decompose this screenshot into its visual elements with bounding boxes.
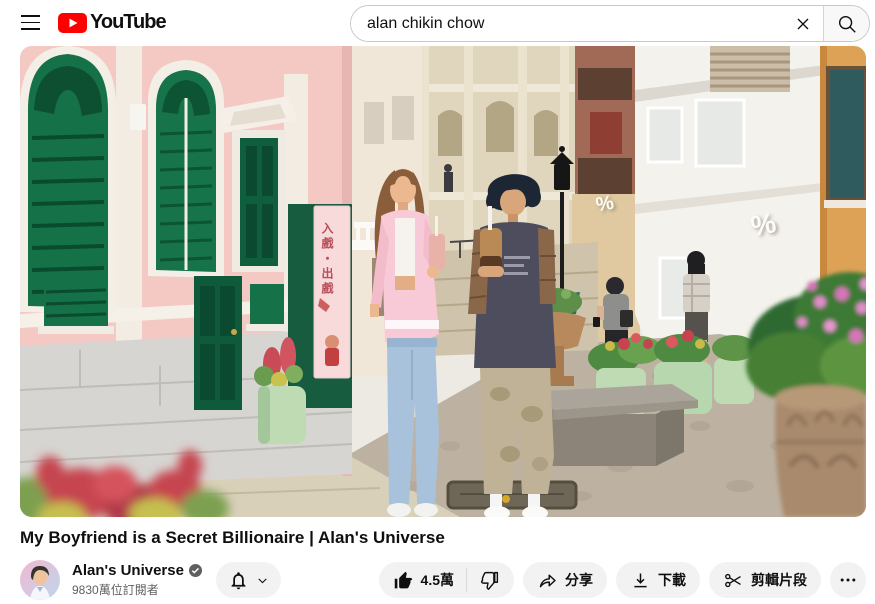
youtube-logo-text: YouTube	[90, 11, 166, 34]
download-button[interactable]: 下載	[616, 562, 700, 598]
like-count: 4.5萬	[421, 570, 454, 590]
like-dislike-group: 4.5萬	[379, 562, 514, 598]
dislike-button[interactable]	[467, 562, 514, 598]
subscriber-count: 9830萬位訂閱者	[72, 581, 202, 598]
share-button[interactable]: 分享	[523, 562, 607, 598]
like-button[interactable]: 4.5萬	[379, 562, 466, 598]
more-actions-button[interactable]	[830, 562, 866, 598]
video-scene	[20, 46, 866, 517]
video-meta-row: Alan's Universe 9830萬位訂閱者	[20, 560, 866, 600]
search-bar	[350, 5, 870, 42]
thumb-up-icon	[393, 570, 414, 591]
verified-badge-icon	[189, 564, 202, 577]
channel-info: Alan's Universe 9830萬位訂閱者	[72, 562, 202, 598]
clear-search-button[interactable]	[783, 6, 823, 41]
close-icon	[793, 14, 813, 34]
search-icon	[836, 13, 858, 35]
share-icon	[537, 570, 558, 591]
download-icon	[630, 570, 651, 591]
video-player[interactable]: % % 入戲・出戲	[20, 46, 866, 517]
scissors-icon	[723, 570, 744, 591]
below-video-content: My Boyfriend is a Secret Billionaire | A…	[0, 517, 875, 600]
youtube-logo[interactable]: YouTube	[58, 11, 166, 34]
chevron-down-icon	[256, 574, 269, 587]
hamburger-menu-icon[interactable]	[21, 15, 40, 30]
channel-name[interactable]: Alan's Universe	[72, 562, 202, 579]
action-buttons: 4.5萬 分享	[379, 562, 866, 598]
notifications-button[interactable]	[216, 562, 281, 598]
bell-icon	[228, 570, 249, 591]
clip-label: 剪輯片段	[751, 570, 807, 590]
search-input[interactable]	[351, 6, 783, 41]
top-header: YouTube	[0, 0, 875, 46]
street-banner	[314, 206, 350, 378]
clip-button[interactable]: 剪輯片段	[709, 562, 821, 598]
ellipsis-icon	[838, 570, 858, 590]
channel-avatar[interactable]	[20, 560, 60, 600]
thumb-down-icon	[479, 570, 500, 591]
download-label: 下載	[658, 570, 686, 590]
search-button[interactable]	[823, 6, 869, 41]
share-label: 分享	[565, 570, 593, 590]
video-title: My Boyfriend is a Secret Billionaire | A…	[20, 526, 866, 550]
youtube-play-icon	[58, 13, 87, 33]
